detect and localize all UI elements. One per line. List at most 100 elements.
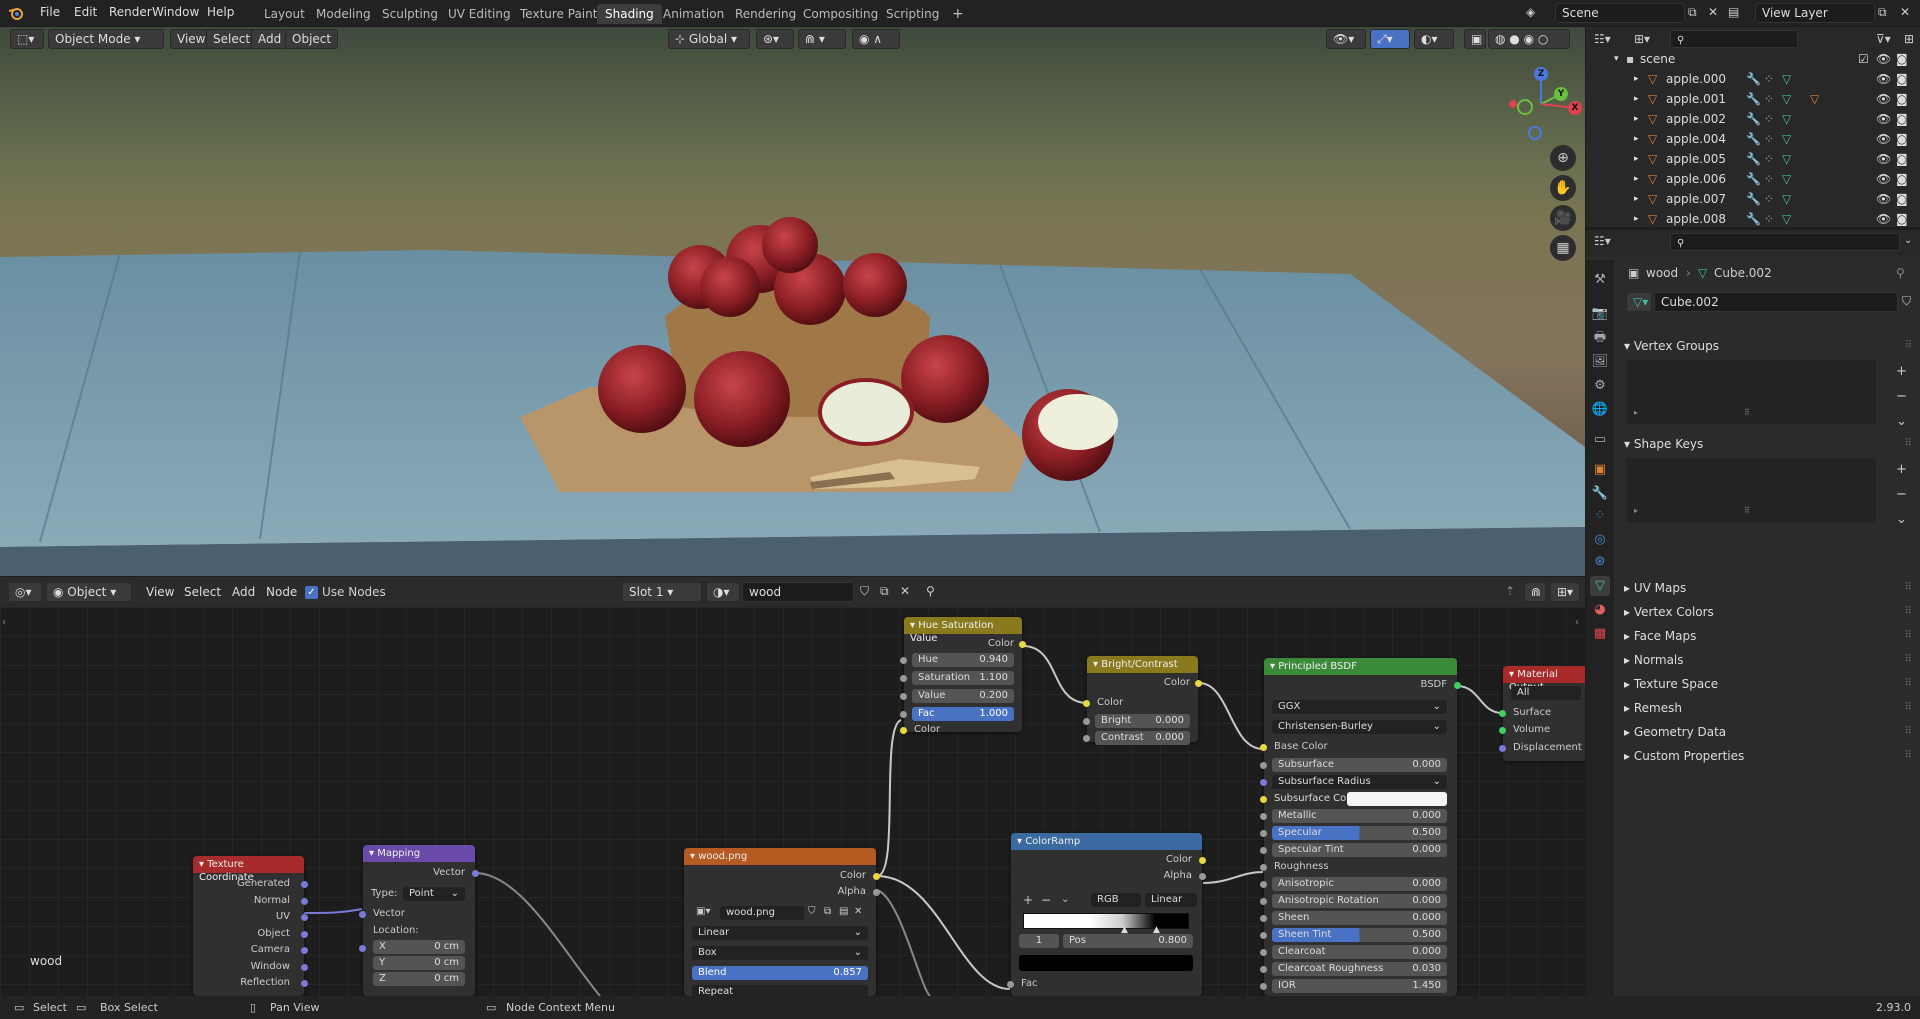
navigation-gizmo[interactable]: Z Y X	[1495, 62, 1585, 142]
pan-hand-icon[interactable]: ✋	[1550, 175, 1576, 201]
socket-roughness[interactable]	[1260, 864, 1267, 871]
modifier-wrench-icon[interactable]: 🔧	[1746, 89, 1761, 109]
socket-object[interactable]	[301, 930, 308, 938]
add-icon[interactable]: +	[1896, 462, 1907, 477]
stop-color-swatch[interactable]	[1019, 955, 1193, 971]
particles-icon[interactable]: ⁘	[1764, 89, 1774, 109]
visibility-icon[interactable]: 👁▾	[1326, 29, 1366, 49]
menu-window[interactable]: Window	[146, 4, 205, 20]
object-tab-icon[interactable]: ▣	[1590, 460, 1610, 480]
socket-color-out[interactable]	[873, 873, 880, 880]
socket-fac[interactable]	[1007, 981, 1014, 988]
field-clearcoat[interactable]: Clearcoat 0.000	[1272, 945, 1447, 959]
texture-tab-icon[interactable]: ▩	[1590, 624, 1610, 644]
list-box[interactable]: ▸ ⠿	[1626, 458, 1876, 522]
expand-icon[interactable]: ▸	[1634, 169, 1639, 189]
specials-chevron-icon[interactable]: ⌄	[1896, 512, 1907, 527]
list-expand-icon[interactable]: ▸	[1634, 408, 1638, 417]
mesh-fake-user-icon[interactable]: ⛉	[1902, 294, 1911, 309]
drag-handle-icon[interactable]: ⠿	[1905, 606, 1912, 617]
mesh-browse-icon[interactable]: ▽▾	[1626, 292, 1652, 312]
view-layer-tab-icon[interactable]: 🖼	[1590, 352, 1610, 372]
modifier-wrench-icon[interactable]: 🔧	[1746, 129, 1761, 149]
field-ior[interactable]: IOR 1.450	[1272, 979, 1447, 993]
camera-icon[interactable]: ◙	[1896, 69, 1908, 89]
editor-type-icon[interactable]: ⬚▾	[10, 29, 44, 49]
camera-icon[interactable]: ◙	[1896, 89, 1908, 109]
location-x-field[interactable]: X 0 cm	[373, 940, 465, 954]
material-tab-icon[interactable]: ◕	[1590, 600, 1610, 620]
socket-ior[interactable]	[1260, 983, 1267, 990]
panel-geometry-data[interactable]: ▸ Geometry Data	[1624, 724, 1726, 740]
particles-icon[interactable]: ⁘	[1764, 149, 1774, 169]
node-editor-type-icon[interactable]: ◎▾	[8, 582, 42, 602]
constraints-tab-icon[interactable]: ⊛	[1590, 552, 1610, 572]
node-texture-coordinate[interactable]: ▾ Texture Coordinate Generated Normal UV Ob…	[193, 856, 308, 996]
particles-icon[interactable]: ⁘	[1764, 129, 1774, 149]
checkbox-icon[interactable]: ☑	[1858, 49, 1869, 69]
menu-help[interactable]: Help	[201, 4, 240, 20]
outliner-item[interactable]: ▸ ▽ apple.006 🔧 ⁘ ▽ 👁 ◙	[1586, 169, 1920, 189]
tab-uv-editing[interactable]: UV Editing	[440, 4, 519, 24]
projection-dropdown[interactable]: Box ⌄	[692, 946, 868, 960]
socket-vector-in[interactable]	[359, 911, 366, 918]
particles-icon[interactable]: ⁘	[1764, 189, 1774, 209]
interpolation-dropdown[interactable]: Linear	[1145, 893, 1197, 907]
mesh-data-icon[interactable]: ▽	[1782, 209, 1791, 229]
eye-icon[interactable]: 👁	[1876, 209, 1891, 229]
node-header[interactable]: ▾ Mapping	[363, 845, 475, 862]
modifier-wrench-icon[interactable]: 🔧	[1746, 69, 1761, 89]
menu-file[interactable]: File	[34, 4, 66, 20]
node-material-output[interactable]: ▾ Material Output All Surface Volume Dis…	[1499, 666, 1585, 761]
expand-icon[interactable]: ▸	[1634, 129, 1639, 149]
image-browse-icon[interactable]: ▣▾	[696, 906, 718, 920]
outliner-item[interactable]: ▸ ▽ apple.005 🔧 ⁘ ▽ 👁 ◙	[1586, 149, 1920, 169]
node-menu-add[interactable]: Add	[226, 583, 261, 602]
socket-bright[interactable]	[1083, 718, 1090, 725]
node-header[interactable]: ▾ ColorRamp	[1011, 833, 1202, 850]
socket-hue[interactable]	[900, 657, 907, 664]
fac-field[interactable]: Fac 1.000	[912, 707, 1014, 721]
eye-icon[interactable]: 👁	[1876, 129, 1891, 149]
mesh-name-field[interactable]: Cube.002	[1654, 292, 1898, 312]
node-header[interactable]: ▾ wood.png	[684, 848, 876, 865]
drag-handle-icon[interactable]: ⠿	[1905, 340, 1912, 351]
eye-icon[interactable]: 👁	[1876, 89, 1891, 109]
world-tab-icon[interactable]: 🌐	[1590, 400, 1610, 420]
socket-vector-out[interactable]	[472, 870, 479, 877]
particles-icon[interactable]: ⁘	[1764, 69, 1774, 89]
mesh-data-tab-icon[interactable]: ▽	[1590, 576, 1610, 596]
viewport-menu-select[interactable]: Select	[206, 29, 258, 49]
image-duplicate-icon[interactable]: ⧉	[824, 906, 831, 917]
sidebar-expand-icon[interactable]: ‹	[1575, 617, 1579, 628]
image-name-field[interactable]: wood.png	[720, 906, 804, 920]
perspective-grid-icon[interactable]: ▦	[1550, 235, 1576, 261]
socket-generated[interactable]	[301, 881, 308, 888]
mapping-type-dropdown[interactable]: Point ⌄	[403, 887, 465, 901]
eye-icon[interactable]: 👁	[1876, 189, 1891, 209]
filter-icon[interactable]: ⊽▾	[1876, 32, 1891, 46]
colorramp-menu-icon[interactable]: ⌄	[1061, 893, 1069, 907]
tab-texture-paint[interactable]: Texture Paint	[512, 4, 605, 24]
image-unlink-icon[interactable]: ✕	[854, 906, 862, 917]
outliner-search-input[interactable]: ⚲	[1670, 30, 1798, 48]
modifier-wrench-icon[interactable]: 🔧	[1746, 149, 1761, 169]
field-subsurface-colo[interactable]: Subsurface Colo	[1272, 792, 1447, 806]
eye-icon[interactable]: 👁	[1876, 69, 1891, 89]
particles-icon[interactable]: ⁘	[1764, 169, 1774, 189]
location-y-field[interactable]: Y 0 cm	[373, 956, 465, 970]
image-open-icon[interactable]: ▤	[839, 906, 848, 917]
socket-anisotropic-rotation[interactable]	[1260, 898, 1267, 905]
stop-position-field[interactable]: Pos 0.800	[1063, 934, 1193, 948]
node-mapping[interactable]: ▾ Mapping Vector Type: Point ⌄ Vector Loc…	[359, 845, 479, 996]
socket-base-color[interactable]	[1260, 744, 1267, 751]
shader-type-dropdown[interactable]: ◉ Object ▾	[46, 582, 132, 602]
socket-value[interactable]	[900, 693, 907, 700]
tab-modeling[interactable]: Modeling	[308, 4, 379, 24]
drag-handle-icon[interactable]: ⠿	[1905, 702, 1912, 713]
outliner-item[interactable]: ▸ ▽ apple.001 🔧 ⁘ ▽ ▽ 👁 ◙	[1586, 89, 1920, 109]
expand-icon[interactable]: ▸	[1634, 109, 1639, 129]
modifier-wrench-icon[interactable]: 🔧	[1746, 189, 1761, 209]
socket-alpha-out[interactable]	[1199, 873, 1206, 880]
socket-normal[interactable]	[301, 897, 308, 905]
